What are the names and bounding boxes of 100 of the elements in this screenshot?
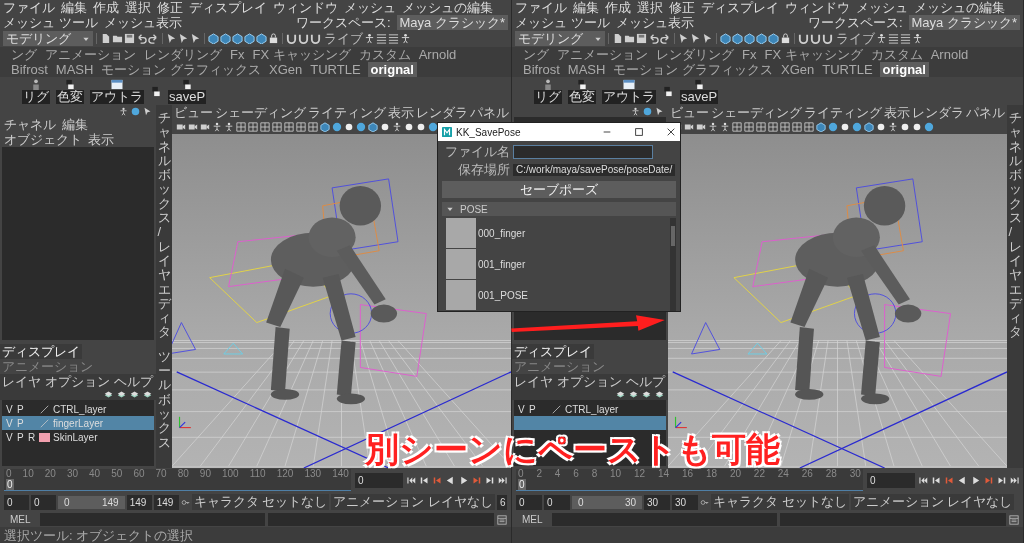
cube-icon[interactable] [768,33,779,44]
cursor-icon[interactable] [690,33,701,44]
menu-item[interactable]: チャネル [4,117,56,132]
camera-icon[interactable] [684,122,694,132]
light-icon[interactable] [840,122,850,132]
folder-icon[interactable] [112,33,123,44]
shelf-tab[interactable]: orignal [879,62,929,77]
shelf-tab[interactable]: FX キャッシング [763,47,864,62]
workspace-dropdown[interactable]: Maya クラシック* [908,15,1020,30]
playback-start-field[interactable]: 0 [31,494,57,510]
grid-icon[interactable] [308,122,318,132]
redo-icon[interactable] [660,33,671,44]
grid-icon[interactable] [272,122,282,132]
playback-toggle[interactable]: P [17,401,25,417]
layer-row[interactable]: V P CTRL_layer [514,402,666,416]
figure-icon[interactable] [708,122,718,132]
cursor-icon[interactable] [702,33,713,44]
cube-icon[interactable] [744,33,755,44]
menu-item[interactable]: 作成 [605,0,631,15]
shelf-tab[interactable]: Fx [741,47,758,62]
menu-item[interactable]: ウィンドウ [785,0,850,15]
pose-thumbnail-placeholder[interactable] [446,249,476,279]
figure-icon[interactable] [912,33,923,44]
command-line-field[interactable] [39,513,266,526]
figure-icon[interactable] [720,122,730,132]
time-slider[interactable]: 0 10 20 30 40 50 60 70 80 90 100 110 120 130 140 0 [4,469,351,491]
magnet-icon[interactable] [798,33,809,44]
step-forward-icon[interactable] [997,475,1006,485]
menu-item[interactable]: 編集 [62,117,88,132]
sphere-icon[interactable] [131,106,140,116]
cube-icon[interactable] [816,122,826,132]
magnet-icon[interactable] [822,33,833,44]
character-set-dropdown[interactable]: キャラクタ セットなし [711,494,849,510]
grid-icon[interactable] [260,122,270,132]
grid-icon[interactable] [296,122,306,132]
skip-to-start-icon[interactable] [407,475,416,485]
play-back-icon[interactable] [958,475,967,485]
menu-item[interactable]: シェーディング [215,105,306,120]
document-icon[interactable] [100,33,111,44]
light-icon[interactable] [404,122,414,132]
grid-icon[interactable] [732,122,742,132]
camera-icon[interactable] [696,122,706,132]
cube-icon[interactable] [208,33,219,44]
pose-thumbnail-placeholder[interactable] [446,280,476,310]
light-icon[interactable] [380,122,390,132]
step-back-icon[interactable] [932,475,941,485]
editor-tab[interactable]: ディスプレイ [512,344,594,359]
grid-icon[interactable] [756,122,766,132]
cursor-icon[interactable] [678,33,689,44]
file-name-field[interactable] [513,145,653,159]
layer-row[interactable]: V P R SkinLayer [2,430,154,444]
menu-item[interactable]: メッシュ [344,0,396,15]
menu-item[interactable]: 表示 [88,132,114,147]
reference-toggle[interactable]: R [28,429,36,445]
playback-start-field[interactable]: 0 [544,494,570,510]
undo-icon[interactable] [136,33,147,44]
light-icon[interactable] [900,122,910,132]
shelf-tab[interactable]: TURTLE [821,62,874,77]
cube-icon[interactable] [368,122,378,132]
rig-icon[interactable] [542,78,554,90]
shelf-tab[interactable]: Arnold [417,47,458,62]
redo-icon[interactable] [148,33,159,44]
cube-icon[interactable] [720,33,731,44]
menu-item[interactable]: ライティング [308,105,386,120]
grid-icon[interactable] [780,122,790,132]
menu-item[interactable]: レイヤ [2,374,41,389]
save-pose-button[interactable]: セーブポーズ [442,181,676,198]
light-icon[interactable] [344,122,354,132]
light-icon[interactable] [876,122,886,132]
visible-toggle[interactable]: V [6,429,14,445]
list-icon[interactable] [388,33,399,44]
menu-item[interactable]: ヘルプ [114,374,153,389]
cursor-icon[interactable] [178,33,189,44]
shelf-tab[interactable]: アニメーション [44,47,137,62]
step-forward-icon[interactable] [485,475,494,485]
shelf-tab[interactable]: モーション グラフィックス [612,62,775,77]
list-icon[interactable] [900,33,911,44]
skip-to-start-icon[interactable] [919,475,928,485]
grid-icon[interactable] [768,122,778,132]
menu-item[interactable]: 編集 [573,0,599,15]
menu-item[interactable]: メッシュの編集 [914,0,1005,15]
sphere-icon[interactable] [852,122,862,132]
sphere-icon[interactable] [428,122,438,132]
cube-icon[interactable] [732,33,743,44]
menu-item[interactable]: メッシュ ツール [515,15,610,30]
shelf-tab[interactable]: Bifrost [522,62,561,77]
lock-icon[interactable] [268,33,279,44]
key-icon[interactable] [700,497,709,507]
cube-icon[interactable] [244,33,255,44]
cursor-icon[interactable] [655,106,664,116]
vertical-tab[interactable]: ツールボックス [157,349,171,450]
sphere-icon[interactable] [924,122,934,132]
grid-icon[interactable] [744,122,754,132]
shelf-tab[interactable]: FX キャッシング [251,47,352,62]
menu-item[interactable]: メッシュ ツール [3,15,98,30]
list-icon[interactable] [888,33,899,44]
list-icon[interactable] [376,33,387,44]
figure-icon[interactable] [631,106,640,116]
animation-layer-dropdown[interactable]: アニメーション レイヤなし [850,494,1015,510]
menu-item[interactable]: レイヤ [514,374,553,389]
